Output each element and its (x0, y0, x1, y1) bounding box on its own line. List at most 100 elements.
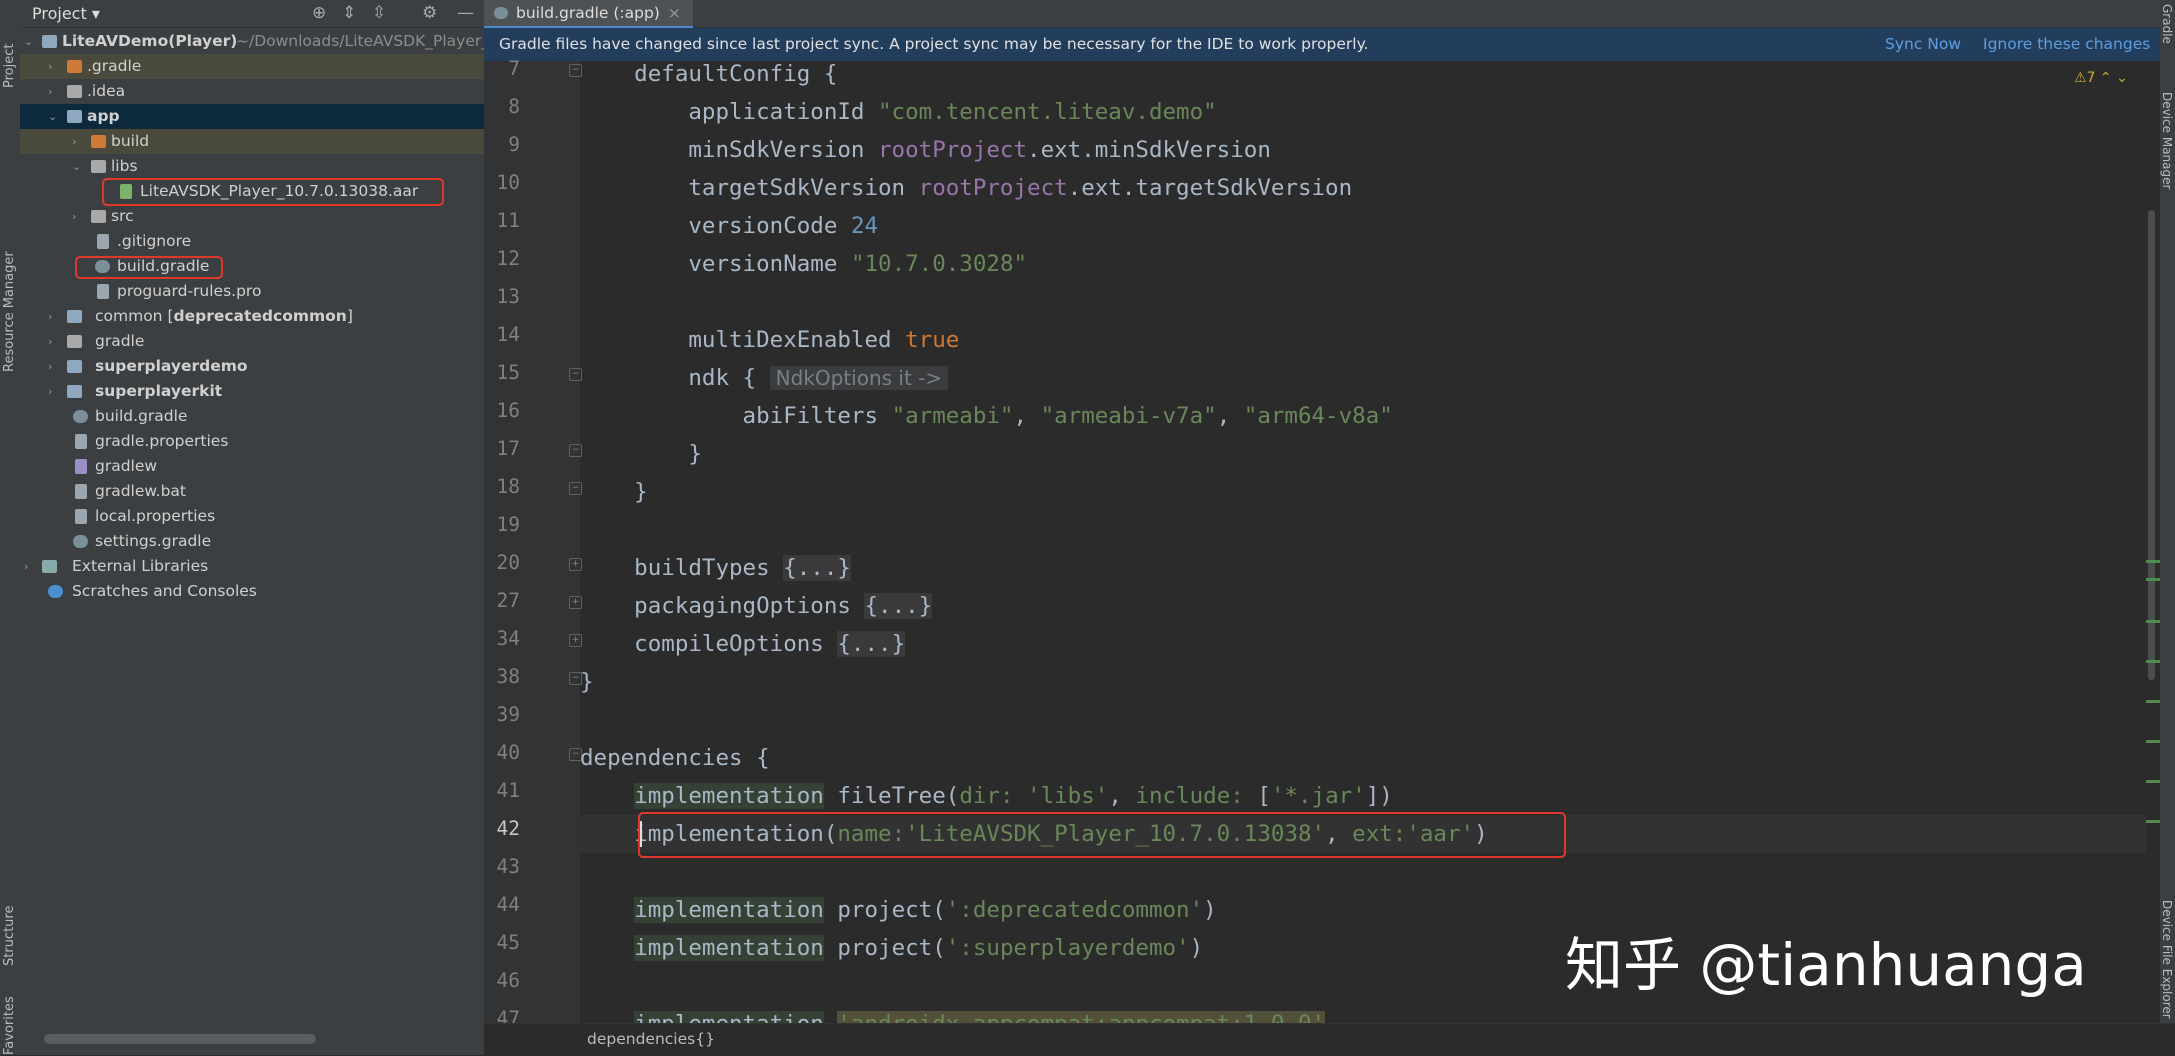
tree-item-superplayerkit[interactable]: › superplayerkit (20, 379, 484, 404)
code-line: minSdkVersion rootProject.ext.minSdkVers… (580, 137, 1271, 163)
line-number: 46 (496, 969, 520, 992)
highlight-build-gradle (75, 256, 223, 279)
chevron-down-icon[interactable]: ⌄ (24, 29, 33, 54)
warnings-indicator[interactable]: ⚠7 ⌃ ⌄ (2074, 70, 2128, 86)
code-line: defaultConfig { (580, 61, 838, 87)
file-icon (75, 509, 87, 524)
scratches-icon (48, 585, 63, 598)
line-number: 16 (496, 399, 520, 422)
tree-item-root-build-gradle[interactable]: build.gradle (20, 404, 484, 429)
close-icon[interactable]: × (668, 4, 681, 22)
line-number: 34 (496, 627, 520, 650)
line-number: 13 (496, 285, 520, 308)
chevron-right-icon[interactable]: › (48, 329, 52, 354)
gradle-icon (73, 535, 88, 548)
tree-item-gradle[interactable]: › gradle (20, 329, 484, 354)
folder-icon (91, 135, 106, 148)
tree-item-src[interactable]: › src (20, 204, 484, 229)
scrollbar-thumb[interactable] (2148, 210, 2155, 680)
line-number: 17 (496, 437, 520, 460)
tree-item-gradle-properties[interactable]: gradle.properties (20, 429, 484, 454)
tree-item-idea[interactable]: › .idea (20, 79, 484, 104)
code-line: versionName "10.7.0.3028" (580, 251, 1028, 277)
tree-item-gitignore[interactable]: .gitignore (20, 229, 484, 254)
line-number: 40 (496, 741, 520, 764)
tree-item-root[interactable]: ⌄ LiteAVDemo(Player) ~/Downloads/LiteAVS… (20, 29, 500, 54)
tab-favorites[interactable]: Favorites (0, 996, 20, 1055)
code-line: versionCode 24 (580, 213, 879, 239)
code-line: } (580, 479, 648, 505)
library-icon (42, 560, 57, 573)
line-number: 12 (496, 247, 520, 270)
tree-item-proguard[interactable]: proguard-rules.pro (20, 279, 484, 304)
line-number: 20 (496, 551, 520, 574)
tree-item-gradlew-bat[interactable]: gradlew.bat (20, 479, 484, 504)
tree-item-gradlew[interactable]: gradlew (20, 454, 484, 479)
folder-icon (91, 160, 106, 173)
chevron-right-icon[interactable]: › (48, 379, 52, 404)
folded-block[interactable]: {...} (864, 593, 933, 619)
project-panel: Project ▾ ⊕ ⇕ ⇳ ⚙ — ⌄ LiteAVDemo(Player)… (20, 0, 500, 1055)
code-line: implementation fileTree(dir: 'libs', inc… (634, 783, 1393, 809)
line-number: 15 (496, 361, 520, 384)
tree-item-external-libraries[interactable]: › External Libraries (20, 554, 484, 579)
tree-item-local-properties[interactable]: local.properties (20, 504, 484, 529)
module-icon (67, 110, 82, 123)
tab-device-manager[interactable]: Device Manager (2160, 92, 2174, 189)
chevron-right-icon[interactable]: › (48, 304, 52, 329)
code-line: abiFilters "armeabi", "armeabi-v7a", "ar… (580, 403, 1393, 429)
tab-gradle[interactable]: Gradle (2160, 4, 2174, 44)
chevron-right-icon[interactable]: › (72, 129, 76, 154)
folder-icon (67, 335, 82, 348)
locate-icon[interactable]: ⊕ (312, 3, 326, 23)
breadcrumb-item[interactable]: dependencies{} (587, 1024, 715, 1054)
code-line: dependencies { (580, 745, 770, 771)
code-line: buildTypes {...} (580, 555, 851, 581)
tab-project[interactable]: Project (0, 44, 20, 88)
tree-item-common[interactable]: › common [deprecatedcommon] (20, 304, 484, 329)
line-number: 39 (496, 703, 520, 726)
hide-panel-icon[interactable]: — (457, 3, 474, 23)
tree-item-build[interactable]: › build (20, 129, 484, 154)
gradle-icon (494, 7, 508, 19)
tree-item-superplayerdemo[interactable]: › superplayerdemo (20, 354, 484, 379)
line-number: 7 (508, 57, 520, 80)
module-icon (67, 360, 82, 373)
tree-item-gradle-dir[interactable]: › .gradle (20, 54, 484, 79)
chevron-right-icon[interactable]: › (48, 54, 52, 79)
line-number: 27 (496, 589, 520, 612)
chevron-right-icon[interactable]: › (24, 554, 28, 579)
folder-icon (67, 60, 82, 73)
tree-item-app[interactable]: ⌄ app (20, 104, 484, 129)
code-line: ndk { NdkOptions it -> (580, 359, 2150, 397)
code-line: applicationId "com.tencent.liteav.demo" (580, 99, 1217, 125)
highlight-aar-file (102, 178, 444, 206)
chevron-right-icon[interactable]: › (72, 204, 76, 229)
right-tool-strip: Gradle Device Manager Device File Explor… (2160, 0, 2175, 1055)
tab-structure[interactable]: Structure (0, 896, 20, 971)
horizontal-scrollbar[interactable] (44, 1034, 316, 1044)
gradle-icon (73, 410, 88, 423)
tree-item-scratches[interactable]: Scratches and Consoles (20, 579, 484, 604)
expand-all-icon[interactable]: ⇕ (342, 3, 356, 23)
code-line: } (580, 441, 702, 467)
chevron-right-icon[interactable]: › (48, 79, 52, 104)
chevron-down-icon[interactable]: ⌄ (48, 104, 57, 129)
project-view-selector[interactable]: Project ▾ (32, 4, 100, 23)
tab-device-file-explorer[interactable]: Device File Explorer (2160, 900, 2174, 1019)
editor-gutter: 7 8 9 10 11 12 13 14 15 16 17 18 19 20 2… (484, 57, 617, 1030)
chevron-right-icon[interactable]: › (48, 354, 52, 379)
tree-item-libs[interactable]: ⌄ libs (20, 154, 484, 179)
gear-icon[interactable]: ⚙ (422, 3, 437, 23)
folded-block[interactable]: {...} (783, 555, 851, 581)
code-editor[interactable]: defaultConfig { applicationId "com.tence… (580, 61, 2150, 1037)
file-icon (97, 284, 109, 299)
tab-resource-manager[interactable]: Resource Manager (0, 232, 20, 372)
collapse-all-icon[interactable]: ⇳ (372, 3, 386, 23)
chevron-down-icon[interactable]: ⌄ (72, 154, 81, 179)
tab-build-gradle-app[interactable]: build.gradle (:app) × (484, 0, 693, 29)
code-line: multiDexEnabled true (580, 327, 960, 353)
file-icon (97, 234, 109, 249)
folded-block[interactable]: {...} (837, 631, 906, 657)
tree-item-settings-gradle[interactable]: settings.gradle (20, 529, 484, 554)
